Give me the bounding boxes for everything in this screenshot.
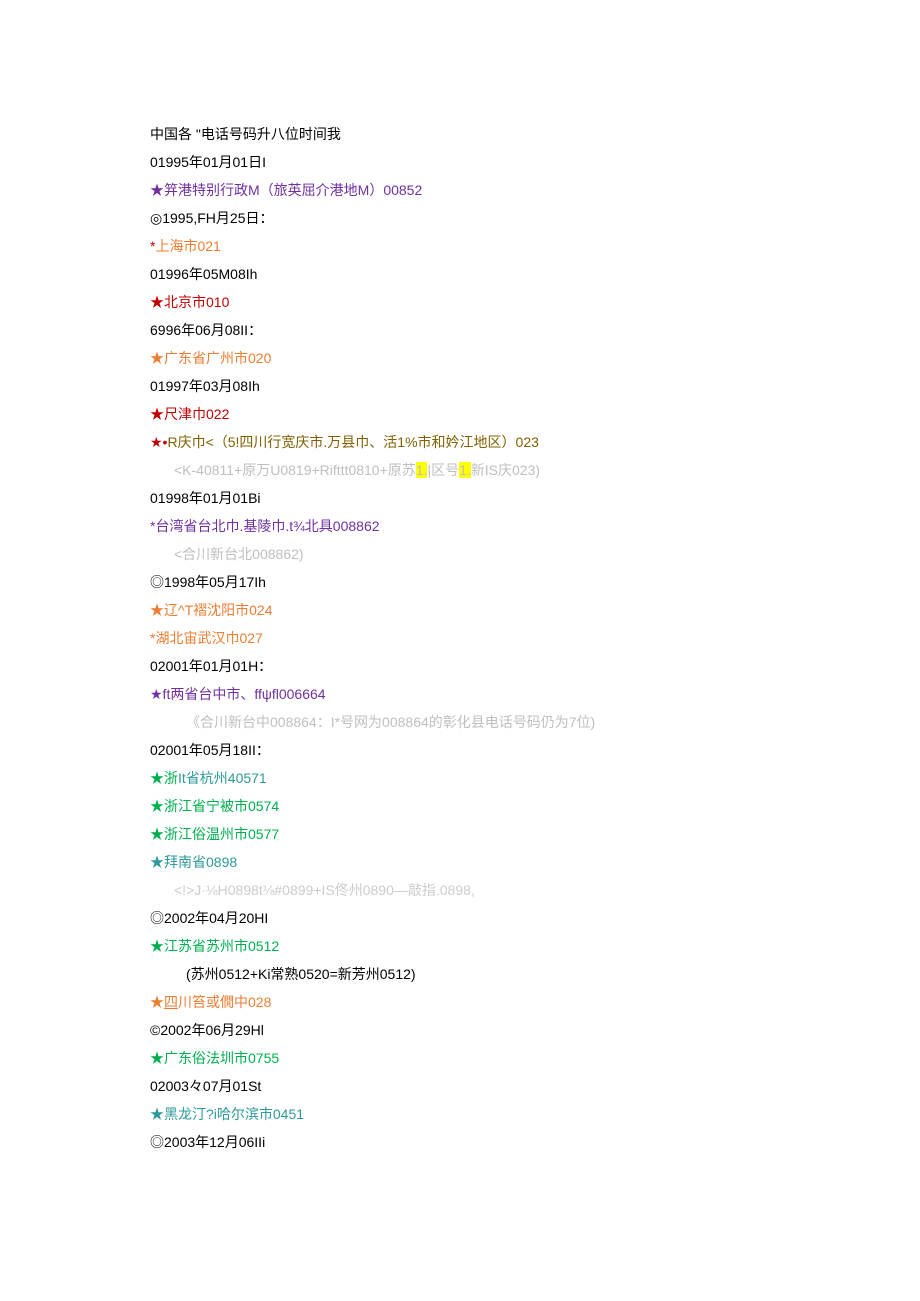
text-span: ★辽 [150, 602, 178, 618]
text-span: 江俗温州市0577 [178, 826, 279, 842]
text-span: 黑龙汀?i哈尔滨市0451 [164, 1106, 304, 1122]
text-span: ★浙 [150, 826, 178, 842]
text-line: 《合川新台中008864：I*号网为008864的彰化县电话号码仍为7位) [150, 708, 770, 736]
text-line: *湖北宙武汉巾027 [150, 624, 770, 652]
text-span: 01996年05M08Ih [150, 266, 257, 282]
text-span: 江省宁被市0574 [178, 798, 279, 814]
text-span: |区号 [427, 462, 459, 478]
text-span: 湾省台北巾.基陵巾.t¾北具008862 [169, 518, 379, 534]
text-span: 上海市021 [155, 238, 220, 254]
text-span: ★ [150, 994, 164, 1010]
text-line: 01997年03月08Ih [150, 372, 770, 400]
text-line: 02001年01月01H： [150, 652, 770, 680]
text-line: <!>J·⅛H0898t⅛#0899+IS佟州0890—敲指.0898, [150, 876, 770, 904]
text-span: <合川新台北008862) [174, 546, 304, 562]
text-line: *上海市021 [150, 232, 770, 260]
text-span: 1. [459, 462, 471, 478]
text-span: ★• [150, 434, 167, 450]
text-line: ★ft两省台中市、ffψfl006664 [150, 680, 770, 708]
text-span: 津巾022 [178, 406, 229, 422]
text-span: R庆巾<（5!四川行宽庆市.万县巾、活1%市和妗江地区）023 [167, 434, 538, 450]
text-span: 南省0898 [178, 854, 237, 870]
text-line: ★浙It省杭州40571 [150, 764, 770, 792]
text-line: ★广东省广州市020 [150, 344, 770, 372]
text-span: 02001年05月18II： [150, 742, 270, 758]
text-span: 01997年03月08Ih [150, 378, 260, 394]
text-span: ★笄 [150, 182, 178, 198]
text-line: ★•R庆巾<（5!四川行宽庆市.万县巾、活1%市和妗江地区）023 [150, 428, 770, 456]
text-span: ◎2002年04月20HI [150, 910, 268, 926]
text-span: <K-40811+原万U0819+Rifttt0810+原苏 [174, 462, 416, 478]
text-line: ◎1995,FH月25日： [150, 204, 770, 232]
text-line: ★辽^T褶沈阳市024 [150, 596, 770, 624]
text-span: *湖北宙武汉巾027 [150, 630, 263, 646]
text-line: ★尺津巾022 [150, 400, 770, 428]
text-span: ◎1998年05月17Ih [150, 574, 266, 590]
text-span: 01998年01月01Bi [150, 490, 261, 506]
text-line: ★笄港特别行政M（旅英屈介港地M）00852 [150, 176, 770, 204]
text-span: ★ft [150, 686, 170, 702]
text-line: ★浙江俗温州市0577 [150, 820, 770, 848]
text-span: 02003々07月01St [150, 1078, 261, 1094]
text-span: ★尺 [150, 406, 178, 422]
text-span: 苏省苏州市0512 [178, 938, 279, 954]
text-span: <!>J·⅛H0898t⅛#0899+IS佟州0890—敲指.0898, [174, 882, 475, 898]
text-span: 01995年01月01日I [150, 154, 266, 170]
text-span: 东俗法圳市0755 [178, 1050, 279, 1066]
text-span: 两省台中市、ffψfl006664 [170, 686, 325, 702]
text-line: *台湾省台北巾.基陵巾.t¾北具008862 [150, 512, 770, 540]
text-span: 川笞或僩中028 [178, 994, 271, 1010]
text-line: (苏州0512+Ki常熟0520=新芳州0512) [150, 960, 770, 988]
text-line: ★拜南省0898 [150, 848, 770, 876]
document-body: 01995年01月01日I ★笄港特别行政M（旅英屈介港地M）00852 ◎1995… [150, 148, 770, 1156]
text-span: ◎2003年12月06IIi [150, 1134, 265, 1150]
text-line: ©2002年06月29Hl [150, 1016, 770, 1044]
text-span: 京市010 [178, 294, 229, 310]
text-span: *台 [150, 518, 169, 534]
text-span: ^T褶沈阳市024 [178, 602, 272, 618]
text-line: ★北京市010 [150, 288, 770, 316]
text-span: 6996年06月08II： [150, 322, 262, 338]
text-span: 02001年01月01H： [150, 658, 272, 674]
text-span: ★广 [150, 350, 178, 366]
text-line: 6996年06月08II： [150, 316, 770, 344]
text-span: ★浙 [150, 770, 178, 786]
text-span: (苏州0512+Ki常熟0520=新芳州0512) [186, 966, 416, 982]
text-line: 01995年01月01日I [150, 148, 770, 176]
text-line: ★四川笞或僩中028 [150, 988, 770, 1016]
text-span: ★拜 [150, 854, 178, 870]
text-span: 四 [164, 994, 178, 1010]
text-line: ◎2002年04月20HI [150, 904, 770, 932]
text-span: 东省广州市020 [178, 350, 271, 366]
text-line: 02003々07月01St [150, 1072, 770, 1100]
text-line: ★黑龙汀?i哈尔滨市0451 [150, 1100, 770, 1128]
text-span: ★ [150, 1106, 164, 1122]
text-span: ★江 [150, 938, 178, 954]
text-line: <K-40811+原万U0819+Rifttt0810+原苏1.|区号1.新IS… [150, 456, 770, 484]
text-span: ◎1995,FH月25日： [150, 210, 273, 226]
text-span: ★广 [150, 1050, 178, 1066]
text-span: ★北 [150, 294, 178, 310]
text-span: 1. [416, 462, 428, 478]
text-line: 01996年05M08Ih [150, 260, 770, 288]
text-line: ◎2003年12月06IIi [150, 1128, 770, 1156]
text-line: 02001年05月18II： [150, 736, 770, 764]
page-title: 中国各 "电话号码升八位时间我 [150, 120, 770, 148]
text-line: ◎1998年05月17Ih [150, 568, 770, 596]
text-line: <合川新台北008862) [150, 540, 770, 568]
text-span: 《合川新台中008864：I*号网为008864的彰化县电话号码仍为7位) [186, 714, 595, 730]
text-line: ★广东俗法圳市0755 [150, 1044, 770, 1072]
text-span: 港特别行政M（旅英屈介港地M）00852 [178, 182, 422, 198]
text-span: It省杭州40571 [178, 770, 267, 786]
text-span: ©2002年06月29Hl [150, 1022, 264, 1038]
text-line: ★江苏省苏州市0512 [150, 932, 770, 960]
text-span: 新IS庆023) [471, 462, 540, 478]
text-line: ★浙江省宁被市0574 [150, 792, 770, 820]
text-span: ★浙 [150, 798, 178, 814]
text-line: 01998年01月01Bi [150, 484, 770, 512]
